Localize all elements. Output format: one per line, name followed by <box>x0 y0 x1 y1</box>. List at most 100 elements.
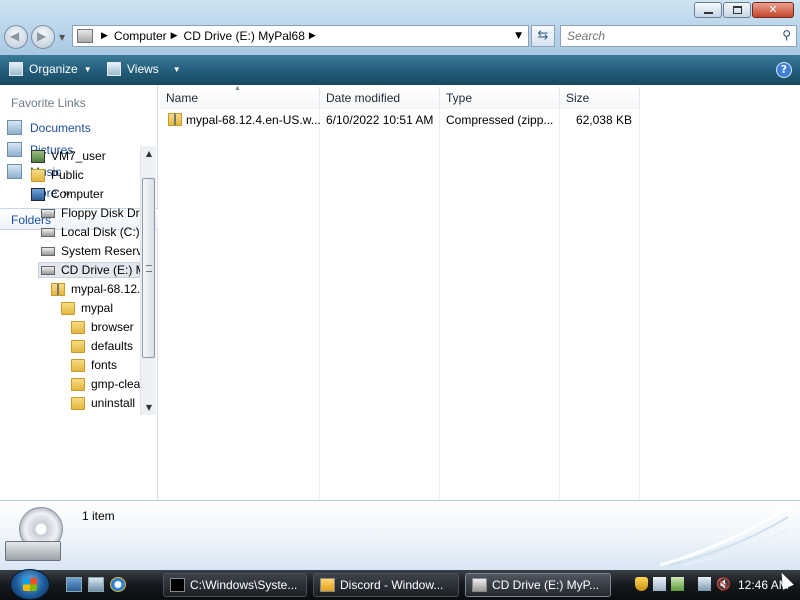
organize-button[interactable]: Organize ▼ <box>9 62 92 76</box>
views-icon <box>107 62 121 76</box>
breadcrumb-computer[interactable]: Computer <box>114 29 167 43</box>
navigation-bar: ✕ ◀ ▶ ▼ ▶ Computer ▶ CD Drive (E:) MyPal… <box>0 0 800 55</box>
maximize-button[interactable] <box>723 2 751 18</box>
taskbar-button-discord[interactable]: Discord - Window... <box>313 573 459 597</box>
tree-item-label: VM7_user <box>51 149 106 163</box>
scroll-up-icon[interactable]: ▲ <box>141 146 157 161</box>
column-header-row: ▲ Name Date modified Type Size <box>160 85 640 109</box>
start-button[interactable] <box>10 569 50 600</box>
internet-explorer-icon[interactable] <box>110 577 126 592</box>
zip-folder-icon <box>168 113 182 126</box>
recent-pages-dropdown[interactable]: ▼ <box>59 33 65 42</box>
taskbar-button-cd-drive[interactable]: CD Drive (E:) MyP... <box>465 573 611 597</box>
folder-icon <box>61 301 75 315</box>
folder-tree: VM7_user Public Computer Floppy Disk Dr … <box>0 146 140 415</box>
chevron-down-icon: ▼ <box>83 64 92 74</box>
tree-item-cd-drive[interactable]: CD Drive (E:) M <box>38 262 140 278</box>
file-name: mypal-68.12.4.en-US.w... <box>186 112 320 127</box>
file-date-cell: 6/10/2022 10:51 AM <box>326 112 434 127</box>
taskbar-button-cmd[interactable]: C:\Windows\Syste... <box>163 573 307 597</box>
tree-item-defaults[interactable]: defaults <box>71 339 133 353</box>
address-bar[interactable]: ▶ Computer ▶ CD Drive (E:) MyPal68 ▶ ▼ <box>72 25 529 47</box>
drive-icon <box>41 208 55 218</box>
windows-update-icon[interactable] <box>671 577 684 591</box>
windows-logo-icon <box>23 578 37 591</box>
column-header-label: Type <box>446 91 473 105</box>
column-header-label: Date modified <box>326 91 401 105</box>
views-button[interactable]: Views ▼ <box>107 62 181 76</box>
breadcrumb-arrow-icon[interactable]: ▶ <box>171 31 178 41</box>
tree-item-label: mypal <box>81 301 114 315</box>
tree-item-label: Floppy Disk Dr <box>61 206 140 220</box>
computer-icon <box>31 187 45 201</box>
back-button[interactable]: ◀ <box>4 25 28 49</box>
tree-item-vm7-user[interactable]: VM7_user <box>31 149 106 163</box>
item-count: 1 item <box>82 509 115 523</box>
column-divider <box>559 109 560 500</box>
tree-item-uninstall[interactable]: uninstall <box>71 396 135 410</box>
column-header-date-modified[interactable]: Date modified <box>320 87 440 109</box>
connection-icon[interactable] <box>698 577 711 591</box>
search-box[interactable]: ⚲ <box>560 25 797 47</box>
window-caption-buttons: ✕ <box>693 2 794 18</box>
tree-item-local-disk[interactable]: Local Disk (C:) <box>41 225 140 239</box>
tree-item-gmp-clearkey[interactable]: gmp-clea <box>71 377 140 391</box>
column-header-name[interactable]: ▲ Name <box>160 85 320 109</box>
cd-drive-icon <box>41 265 55 275</box>
breadcrumb-arrow-icon[interactable]: ▶ <box>309 31 316 41</box>
tree-item-label: Computer <box>51 187 104 201</box>
column-divider <box>319 109 320 500</box>
column-divider <box>639 109 640 500</box>
favorite-link-documents[interactable]: Documents <box>7 120 91 135</box>
scrollbar-thumb[interactable] <box>142 178 155 358</box>
show-desktop-icon[interactable] <box>66 577 82 592</box>
help-button[interactable]: ? <box>776 62 792 78</box>
breadcrumb-arrow-icon[interactable]: ▶ <box>101 31 108 41</box>
tree-item-label: uninstall <box>91 396 136 410</box>
sort-ascending-icon: ▲ <box>234 85 241 92</box>
close-button[interactable]: ✕ <box>752 2 794 18</box>
security-shield-icon[interactable] <box>635 577 648 591</box>
task-label: Discord - Window... <box>340 578 444 592</box>
command-toolbar: Organize ▼ Views ▼ <box>0 55 800 85</box>
folder-tree-scrollbar[interactable]: ▲ ▼ <box>140 146 156 415</box>
tree-item-mypal[interactable]: mypal <box>61 301 113 315</box>
favorite-links-header: Favorite Links <box>11 96 86 110</box>
tree-item-floppy[interactable]: Floppy Disk Dr <box>41 206 140 220</box>
tree-item-fonts[interactable]: fonts <box>71 358 117 372</box>
folder-icon <box>31 168 45 182</box>
address-dropdown-icon[interactable]: ▼ <box>515 31 522 41</box>
tree-item-browser[interactable]: browser <box>71 320 134 334</box>
column-header-type[interactable]: Type <box>440 87 560 109</box>
network-icon[interactable] <box>653 577 666 591</box>
file-size-cell: 62,038 KB <box>575 112 632 127</box>
tree-item-label: fonts <box>91 358 118 372</box>
minimize-button[interactable] <box>694 2 722 18</box>
tree-item-system-reserved[interactable]: System Reserve <box>41 244 140 258</box>
column-divider <box>439 109 440 500</box>
refresh-icon: ⇆ <box>537 28 549 43</box>
search-icon[interactable]: ⚲ <box>782 28 791 42</box>
column-header-size[interactable]: Size <box>560 87 640 109</box>
volume-muted-icon[interactable]: 🔇 <box>716 577 731 591</box>
tree-item-label: Public <box>51 168 84 182</box>
tree-item-public[interactable]: Public <box>31 168 84 182</box>
chevron-down-icon[interactable]: ▼ <box>173 65 181 74</box>
tree-item-mypal-zip[interactable]: mypal-68.12. <box>51 282 140 296</box>
cd-drive-icon <box>472 578 487 592</box>
vista-swoosh-decoration <box>660 505 789 567</box>
scroll-down-icon[interactable]: ▼ <box>141 400 157 415</box>
file-name-cell[interactable]: mypal-68.12.4.en-US.w... <box>160 113 320 127</box>
views-label: Views <box>127 62 159 76</box>
tree-item-label: gmp-clea <box>91 377 140 391</box>
forward-button[interactable]: ▶ <box>31 25 55 49</box>
tree-item-computer[interactable]: Computer <box>31 187 104 201</box>
search-input[interactable] <box>567 26 767 46</box>
switch-windows-icon[interactable] <box>88 577 104 592</box>
grip-icon <box>146 265 152 272</box>
details-pane: 1 item <box>0 500 800 570</box>
file-row[interactable]: mypal-68.12.4.en-US.w... 6/10/2022 10:51… <box>160 109 640 130</box>
tree-item-label: browser <box>91 320 134 334</box>
refresh-button[interactable]: ⇆ <box>531 25 555 47</box>
breadcrumb-cd-drive[interactable]: CD Drive (E:) MyPal68 <box>184 29 305 43</box>
